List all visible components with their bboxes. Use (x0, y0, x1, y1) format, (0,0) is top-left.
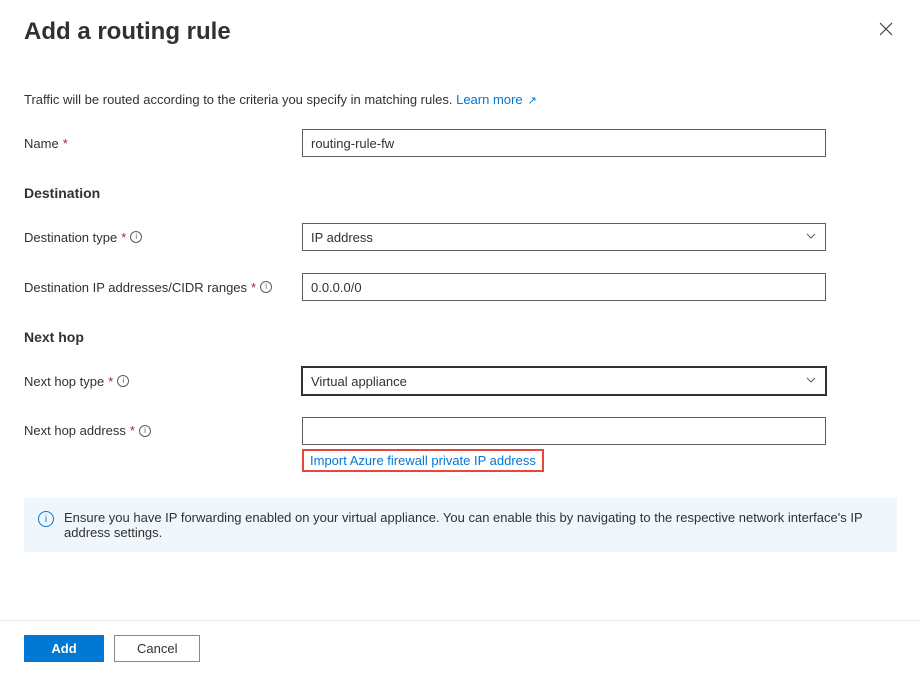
external-link-icon: ↗ (525, 95, 537, 107)
next-hop-address-input[interactable] (302, 417, 826, 445)
destination-type-label-text: Destination type (24, 230, 117, 245)
info-icon[interactable]: i (139, 425, 151, 437)
close-button[interactable] (875, 18, 897, 42)
required-indicator: * (108, 374, 113, 389)
info-icon[interactable]: i (117, 375, 129, 387)
info-banner-text: Ensure you have IP forwarding enabled on… (64, 510, 883, 540)
destination-type-value: IP address (311, 230, 373, 245)
section-next-hop: Next hop (24, 329, 897, 345)
learn-more-label: Learn more (456, 92, 522, 107)
required-indicator: * (130, 423, 135, 438)
cancel-button[interactable]: Cancel (114, 635, 200, 662)
label-next-hop-type: Next hop type * i (24, 374, 302, 389)
intro-description: Traffic will be routed according to the … (24, 92, 456, 107)
name-input[interactable] (302, 129, 826, 157)
label-next-hop-address: Next hop address * i (24, 417, 302, 438)
required-indicator: * (251, 280, 256, 295)
info-icon[interactable]: i (130, 231, 142, 243)
import-firewall-ip-link[interactable]: Import Azure firewall private IP address (310, 453, 536, 468)
section-destination: Destination (24, 185, 897, 201)
chevron-down-icon (805, 374, 817, 389)
header-row: Add a routing rule (24, 18, 897, 46)
destination-cidr-input[interactable] (302, 273, 826, 301)
next-hop-type-label-text: Next hop type (24, 374, 104, 389)
info-icon[interactable]: i (260, 281, 272, 293)
row-destination-type: Destination type * i IP address (24, 223, 897, 251)
label-destination-cidr: Destination IP addresses/CIDR ranges * i (24, 280, 302, 295)
label-destination-type: Destination type * i (24, 230, 302, 245)
next-hop-type-select[interactable]: Virtual appliance (302, 367, 826, 395)
name-label-text: Name (24, 136, 59, 151)
intro-text: Traffic will be routed according to the … (24, 92, 897, 107)
learn-more-link[interactable]: Learn more ↗ (456, 92, 537, 107)
row-destination-cidr: Destination IP addresses/CIDR ranges * i (24, 273, 897, 301)
footer: Add Cancel (0, 620, 921, 676)
page-title: Add a routing rule (24, 18, 231, 46)
info-banner: i Ensure you have IP forwarding enabled … (24, 498, 897, 552)
close-icon (879, 22, 893, 36)
required-indicator: * (63, 136, 68, 151)
add-button[interactable]: Add (24, 635, 104, 662)
row-next-hop-type: Next hop type * i Virtual appliance (24, 367, 897, 395)
row-next-hop-address: Next hop address * i Import Azure firewa… (24, 417, 897, 472)
import-link-highlight: Import Azure firewall private IP address (302, 449, 544, 472)
label-name: Name * (24, 136, 302, 151)
destination-cidr-label-text: Destination IP addresses/CIDR ranges (24, 280, 247, 295)
destination-type-select[interactable]: IP address (302, 223, 826, 251)
routing-rule-panel: Add a routing rule Traffic will be route… (0, 0, 921, 552)
info-icon: i (38, 511, 54, 527)
required-indicator: * (121, 230, 126, 245)
row-name: Name * (24, 129, 897, 157)
next-hop-type-value: Virtual appliance (311, 374, 407, 389)
chevron-down-icon (805, 230, 817, 245)
next-hop-address-label-text: Next hop address (24, 423, 126, 438)
